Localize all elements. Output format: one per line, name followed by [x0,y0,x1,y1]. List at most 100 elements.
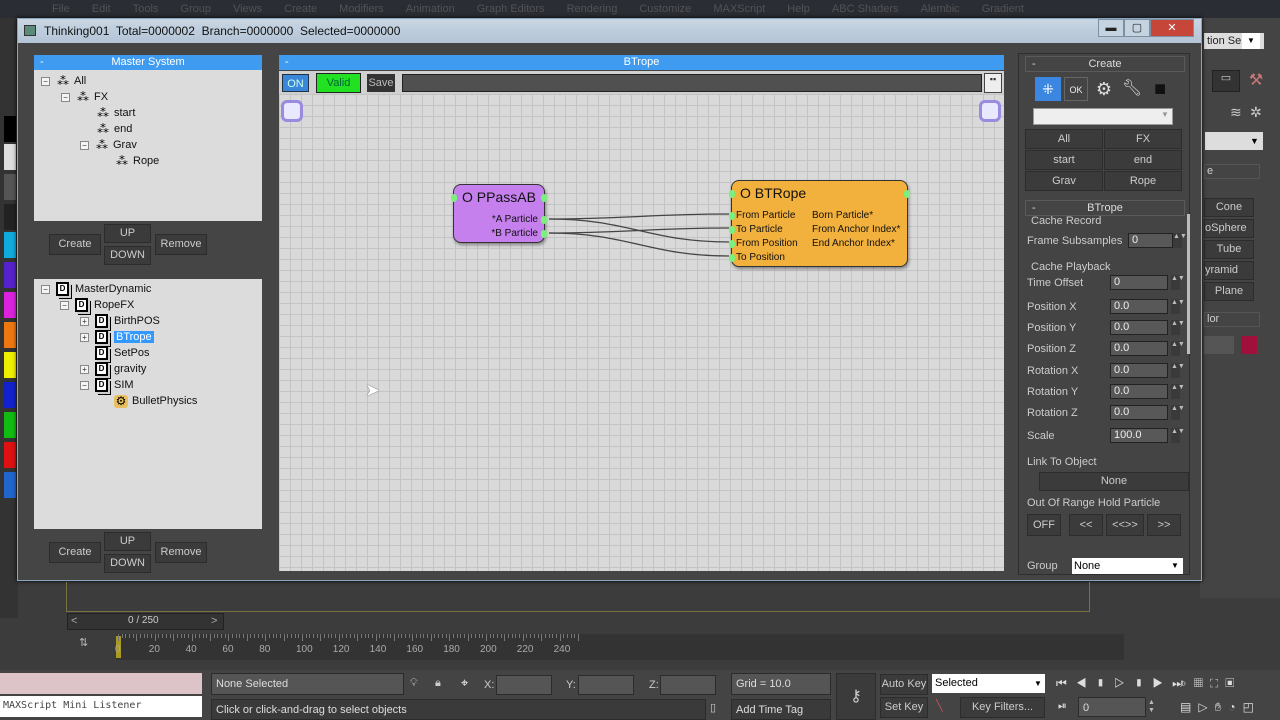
collapse-icon[interactable]: − [80,140,89,150]
create-rollout-header[interactable]: - Create [1025,56,1185,72]
node-output-port[interactable] [541,194,547,202]
on-toggle[interactable]: ON [282,74,309,92]
time-tag-icon[interactable]: ▯ [710,701,716,714]
gear-icon[interactable]: ⚙ [1092,77,1116,101]
prev-key-icon[interactable]: ◀▮ [1076,676,1114,690]
menu-graph-editors[interactable]: Graph Editors [477,3,545,15]
time-config-icon[interactable]: ▤ [1180,700,1198,714]
tree-item-all[interactable]: − ⁂ All [41,73,86,89]
tree-item-grav[interactable]: − ⁂ Grav [80,137,137,153]
collapse-icon[interactable]: − [61,92,70,102]
timeline-ruler[interactable]: 0 20 40 60 80 100 120 140 160 180 200 220 240 [115,634,1124,660]
menu-create[interactable]: Create [284,3,317,15]
port-from-particle[interactable] [729,212,735,220]
color-swatch-cyan[interactable] [4,232,16,258]
spinner-arrows[interactable]: ▲▼ [1173,233,1187,248]
group-button-grav[interactable]: Grav [1025,171,1103,191]
menu-help[interactable]: Help [787,3,810,15]
key-mode-toggle-icon[interactable]: ⏯ [1058,700,1067,713]
collapse-toggle[interactable]: - [40,55,44,70]
key-filters-button[interactable]: Key Filters... [960,697,1045,718]
current-frame-field[interactable]: 0 [1078,697,1146,717]
port-b-particle[interactable] [541,230,547,238]
go-to-start-icon[interactable]: ⏮ [1056,676,1076,690]
time-slider[interactable]: < 0 / 250 > [67,613,224,630]
color-swatch-blue[interactable] [4,382,16,408]
color-swatch-orange[interactable] [4,322,16,348]
spinner-arrows[interactable]: ▲▼ [1171,275,1185,290]
menu-gradient[interactable]: Gradient [982,3,1024,15]
dynamic-set-tree[interactable]: − D MasterDynamic − D RopeFX + D BirthPOS + D BT… [34,279,262,529]
menu-animation[interactable]: Animation [406,3,455,15]
tree-item-ropefx[interactable]: − D RopeFX [60,297,134,313]
spinner-arrows[interactable]: ▲▼ [1171,428,1185,443]
range-hold-start-button[interactable]: << [1069,514,1103,536]
panel-scrollbar[interactable] [1187,214,1190,354]
tree-item-gravity[interactable]: + Dgravity [80,361,146,377]
key-icon[interactable]: ⚷ [836,673,876,720]
field-input-rotation-x[interactable]: 0.0 [1110,363,1168,378]
collapse-toggle[interactable]: - [285,55,289,70]
group-button-all[interactable]: All [1025,129,1103,149]
isolate-icon[interactable]: 💡︎ [410,677,418,690]
zoom-icon[interactable]: ⌕ [1180,676,1194,690]
spinner-arrows[interactable]: ▲▼ [1171,363,1185,378]
zoom-extents-icon[interactable]: ⛶ [1210,676,1225,690]
menu-edit[interactable]: Edit [92,3,111,15]
field-input-position-x[interactable]: 0.0 [1110,299,1168,314]
master-system-tree[interactable]: − ⁂ All − ⁂ FX ⁂ start ⁂ end − ⁂ Grav ⁂ Rope [34,70,262,221]
tree-item-masterdynamic[interactable]: − D MasterDynamic [41,281,151,297]
tube-button[interactable]: Tube [1204,240,1254,259]
expand-icon[interactable]: + [80,364,89,374]
move-up-button[interactable]: UP [104,224,151,243]
menu-alembic[interactable]: Alembic [921,3,960,15]
color-swatch-red[interactable] [4,442,16,468]
minimize-button[interactable]: ▬ [1098,19,1124,37]
ok-icon[interactable]: OK [1064,77,1088,101]
close-button[interactable]: ✕ [1150,19,1194,37]
move-down-button[interactable]: DOWN [104,246,151,265]
systems-icon[interactable]: ✲ [1250,104,1262,121]
color-swatch-green[interactable] [4,412,16,438]
move-up-button[interactable]: UP [104,532,151,551]
tree-item-bulletphysics[interactable]: ⚙ BulletPhysics [114,393,197,409]
tree-item-rope[interactable]: ⁂ Rope [115,153,159,169]
next-frame-icon[interactable]: > [211,615,217,627]
menu-tools[interactable]: Tools [133,3,159,15]
create-group-button[interactable]: Create [49,234,101,255]
menu-file[interactable]: File [52,3,70,15]
color-swatch-magenta[interactable] [4,292,16,318]
wrench-icon[interactable]: 🔧︎ [1120,77,1144,101]
group-button-rope[interactable]: Rope [1104,171,1182,191]
port-from-position[interactable] [729,240,735,248]
color-swatch-gray[interactable] [4,174,16,200]
node-btrope[interactable]: O BTRope From Particle To Particle From … [729,180,910,267]
expand-icon[interactable]: + [80,316,89,326]
spacewarp-icon[interactable]: ≋ [1230,104,1242,121]
next-key-icon[interactable]: ▮▶ [1134,676,1172,690]
node-input-port[interactable] [729,190,735,198]
valid-indicator[interactable]: Valid [316,73,361,93]
menu-rendering[interactable]: Rendering [567,3,618,15]
tree-item-sim[interactable]: − D SIM [80,377,134,393]
color-swatch-yellow[interactable] [4,352,16,378]
color-swatch-white[interactable] [4,144,16,170]
field-input-rotation-z[interactable]: 0.0 [1110,405,1168,420]
collapse-icon[interactable]: − [41,284,50,294]
tree-item-birthpos[interactable]: + D BirthPOS [80,313,160,329]
node-input-port[interactable] [451,194,457,202]
play-icon[interactable]: ▷ [1114,676,1134,690]
tree-item-fx[interactable]: − ⁂ FX [61,89,108,105]
spinner-arrows[interactable]: ▲▼ [1171,384,1185,399]
x-coordinate-field[interactable] [496,675,552,695]
curve-editor-icon[interactable]: ⇅ [79,636,88,649]
cube-icon[interactable]: ■ [1148,77,1172,101]
field-input-position-y[interactable]: 0.0 [1110,320,1168,335]
spinner-arrows[interactable]: ▲▼ [1171,341,1185,356]
maximize-viewport-icon[interactable]: ◰ [1243,700,1261,714]
object-name-field[interactable] [1204,336,1234,354]
menu-abc-shaders[interactable]: ABC Shaders [832,3,899,15]
master-system-header[interactable]: - Master System [34,55,262,70]
field-input-position-z[interactable]: 0.0 [1110,341,1168,356]
spinner-arrows[interactable]: ▲▼ [1148,699,1155,715]
